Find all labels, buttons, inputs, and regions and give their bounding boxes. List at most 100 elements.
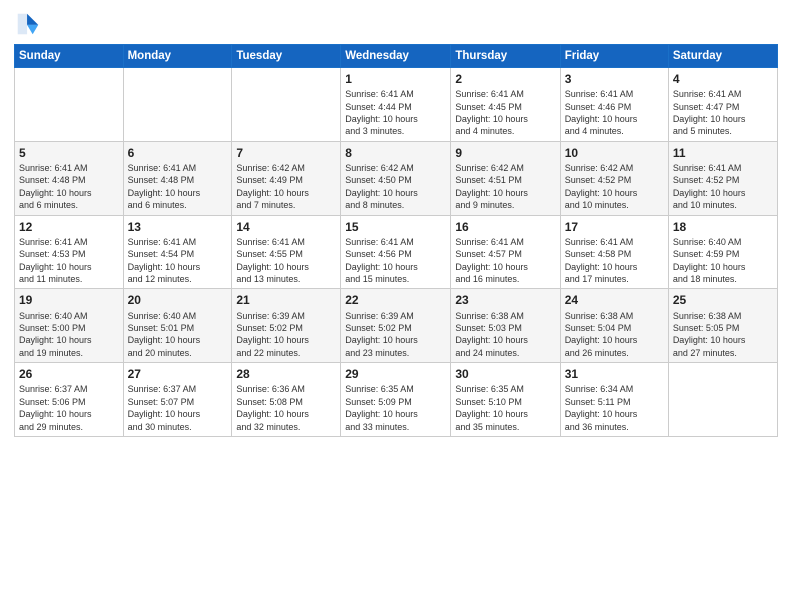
day-info: Sunrise: 6:39 AM Sunset: 5:02 PM Dayligh…	[236, 310, 336, 360]
calendar-cell: 26Sunrise: 6:37 AM Sunset: 5:06 PM Dayli…	[15, 363, 124, 437]
day-number: 11	[673, 145, 773, 161]
calendar-cell: 16Sunrise: 6:41 AM Sunset: 4:57 PM Dayli…	[451, 215, 560, 289]
day-number: 17	[565, 219, 664, 235]
day-number: 6	[128, 145, 228, 161]
day-info: Sunrise: 6:35 AM Sunset: 5:09 PM Dayligh…	[345, 383, 446, 433]
day-info: Sunrise: 6:41 AM Sunset: 4:44 PM Dayligh…	[345, 88, 446, 138]
day-number: 22	[345, 292, 446, 308]
day-number: 8	[345, 145, 446, 161]
day-info: Sunrise: 6:37 AM Sunset: 5:07 PM Dayligh…	[128, 383, 228, 433]
col-header-thursday: Thursday	[451, 45, 560, 68]
day-info: Sunrise: 6:38 AM Sunset: 5:03 PM Dayligh…	[455, 310, 555, 360]
day-info: Sunrise: 6:41 AM Sunset: 4:46 PM Dayligh…	[565, 88, 664, 138]
col-header-wednesday: Wednesday	[341, 45, 451, 68]
day-number: 9	[455, 145, 555, 161]
logo-icon	[14, 10, 42, 38]
calendar-cell: 11Sunrise: 6:41 AM Sunset: 4:52 PM Dayli…	[668, 141, 777, 215]
calendar-cell: 9Sunrise: 6:42 AM Sunset: 4:51 PM Daylig…	[451, 141, 560, 215]
day-info: Sunrise: 6:42 AM Sunset: 4:50 PM Dayligh…	[345, 162, 446, 212]
calendar-cell: 1Sunrise: 6:41 AM Sunset: 4:44 PM Daylig…	[341, 68, 451, 142]
day-info: Sunrise: 6:34 AM Sunset: 5:11 PM Dayligh…	[565, 383, 664, 433]
calendar-week-3: 12Sunrise: 6:41 AM Sunset: 4:53 PM Dayli…	[15, 215, 778, 289]
calendar-cell: 2Sunrise: 6:41 AM Sunset: 4:45 PM Daylig…	[451, 68, 560, 142]
day-info: Sunrise: 6:41 AM Sunset: 4:52 PM Dayligh…	[673, 162, 773, 212]
calendar-cell: 17Sunrise: 6:41 AM Sunset: 4:58 PM Dayli…	[560, 215, 668, 289]
calendar-cell	[668, 363, 777, 437]
day-number: 18	[673, 219, 773, 235]
day-info: Sunrise: 6:41 AM Sunset: 4:55 PM Dayligh…	[236, 236, 336, 286]
day-info: Sunrise: 6:41 AM Sunset: 4:57 PM Dayligh…	[455, 236, 555, 286]
calendar-week-2: 5Sunrise: 6:41 AM Sunset: 4:48 PM Daylig…	[15, 141, 778, 215]
day-number: 26	[19, 366, 119, 382]
calendar-cell: 8Sunrise: 6:42 AM Sunset: 4:50 PM Daylig…	[341, 141, 451, 215]
day-info: Sunrise: 6:42 AM Sunset: 4:52 PM Dayligh…	[565, 162, 664, 212]
day-info: Sunrise: 6:41 AM Sunset: 4:53 PM Dayligh…	[19, 236, 119, 286]
calendar-cell	[232, 68, 341, 142]
calendar-cell: 10Sunrise: 6:42 AM Sunset: 4:52 PM Dayli…	[560, 141, 668, 215]
calendar-cell: 23 Sunrise: 6:38 AM Sunset: 5:03 PM Dayli…	[451, 289, 560, 363]
calendar-cell: 4Sunrise: 6:41 AM Sunset: 4:47 PM Daylig…	[668, 68, 777, 142]
calendar-cell: 21Sunrise: 6:39 AM Sunset: 5:02 PM Dayli…	[232, 289, 341, 363]
day-number: 23	[455, 292, 555, 308]
calendar-cell	[123, 68, 232, 142]
day-number: 12	[19, 219, 119, 235]
day-info: Sunrise: 6:38 AM Sunset: 5:05 PM Dayligh…	[673, 310, 773, 360]
calendar-cell: 7Sunrise: 6:42 AM Sunset: 4:49 PM Daylig…	[232, 141, 341, 215]
day-info: Sunrise: 6:41 AM Sunset: 4:48 PM Dayligh…	[128, 162, 228, 212]
day-number: 14	[236, 219, 336, 235]
calendar-cell: 30Sunrise: 6:35 AM Sunset: 5:10 PM Dayli…	[451, 363, 560, 437]
calendar-cell: 6Sunrise: 6:41 AM Sunset: 4:48 PM Daylig…	[123, 141, 232, 215]
day-info: Sunrise: 6:41 AM Sunset: 4:58 PM Dayligh…	[565, 236, 664, 286]
day-info: Sunrise: 6:37 AM Sunset: 5:06 PM Dayligh…	[19, 383, 119, 433]
day-number: 2	[455, 71, 555, 87]
day-number: 19	[19, 292, 119, 308]
day-info: Sunrise: 6:42 AM Sunset: 4:49 PM Dayligh…	[236, 162, 336, 212]
day-number: 24	[565, 292, 664, 308]
calendar-cell: 24 Sunrise: 6:38 AM Sunset: 5:04 PM Dayli…	[560, 289, 668, 363]
calendar-cell: 5Sunrise: 6:41 AM Sunset: 4:48 PM Daylig…	[15, 141, 124, 215]
day-number: 31	[565, 366, 664, 382]
col-header-sunday: Sunday	[15, 45, 124, 68]
calendar-week-4: 19Sunrise: 6:40 AM Sunset: 5:00 PM Dayli…	[15, 289, 778, 363]
calendar-cell: 29Sunrise: 6:35 AM Sunset: 5:09 PM Dayli…	[341, 363, 451, 437]
day-info: Sunrise: 6:41 AM Sunset: 4:56 PM Dayligh…	[345, 236, 446, 286]
header	[14, 10, 778, 38]
day-number: 13	[128, 219, 228, 235]
day-info: Sunrise: 6:41 AM Sunset: 4:47 PM Dayligh…	[673, 88, 773, 138]
day-info: Sunrise: 6:41 AM Sunset: 4:48 PM Dayligh…	[19, 162, 119, 212]
calendar-table: SundayMondayTuesdayWednesdayThursdayFrid…	[14, 44, 778, 437]
logo	[14, 10, 46, 38]
calendar-cell	[15, 68, 124, 142]
day-number: 5	[19, 145, 119, 161]
day-number: 3	[565, 71, 664, 87]
header-row: SundayMondayTuesdayWednesdayThursdayFrid…	[15, 45, 778, 68]
col-header-friday: Friday	[560, 45, 668, 68]
day-number: 10	[565, 145, 664, 161]
calendar-cell: 19Sunrise: 6:40 AM Sunset: 5:00 PM Dayli…	[15, 289, 124, 363]
col-header-saturday: Saturday	[668, 45, 777, 68]
calendar-cell: 22 Sunrise: 6:39 AM Sunset: 5:02 PM Dayli…	[341, 289, 451, 363]
day-info: Sunrise: 6:38 AM Sunset: 5:04 PM Dayligh…	[565, 310, 664, 360]
day-info: Sunrise: 6:40 AM Sunset: 4:59 PM Dayligh…	[673, 236, 773, 286]
day-number: 29	[345, 366, 446, 382]
day-info: Sunrise: 6:39 AM Sunset: 5:02 PM Dayligh…	[345, 310, 446, 360]
day-number: 15	[345, 219, 446, 235]
calendar-cell: 13Sunrise: 6:41 AM Sunset: 4:54 PM Dayli…	[123, 215, 232, 289]
calendar-cell: 31Sunrise: 6:34 AM Sunset: 5:11 PM Dayli…	[560, 363, 668, 437]
col-header-monday: Monday	[123, 45, 232, 68]
calendar-cell: 28Sunrise: 6:36 AM Sunset: 5:08 PM Dayli…	[232, 363, 341, 437]
day-info: Sunrise: 6:41 AM Sunset: 4:45 PM Dayligh…	[455, 88, 555, 138]
page: SundayMondayTuesdayWednesdayThursdayFrid…	[0, 0, 792, 612]
day-number: 4	[673, 71, 773, 87]
day-info: Sunrise: 6:40 AM Sunset: 5:01 PM Dayligh…	[128, 310, 228, 360]
calendar-cell: 15Sunrise: 6:41 AM Sunset: 4:56 PM Dayli…	[341, 215, 451, 289]
col-header-tuesday: Tuesday	[232, 45, 341, 68]
day-number: 25	[673, 292, 773, 308]
day-number: 1	[345, 71, 446, 87]
calendar-cell: 20 Sunrise: 6:40 AM Sunset: 5:01 PM Dayli…	[123, 289, 232, 363]
calendar-cell: 3Sunrise: 6:41 AM Sunset: 4:46 PM Daylig…	[560, 68, 668, 142]
calendar-cell: 25 Sunrise: 6:38 AM Sunset: 5:05 PM Dayli…	[668, 289, 777, 363]
day-number: 20	[128, 292, 228, 308]
day-info: Sunrise: 6:36 AM Sunset: 5:08 PM Dayligh…	[236, 383, 336, 433]
day-number: 7	[236, 145, 336, 161]
